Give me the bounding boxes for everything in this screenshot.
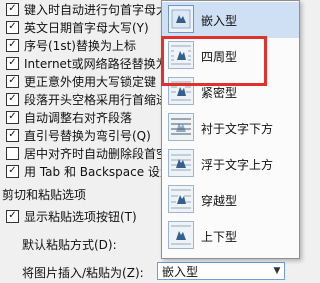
checkbox[interactable]: ✓ (6, 38, 19, 52)
option-autocap[interactable]: ✓ 键入时自动进行句首字母大写 (6, 0, 180, 18)
menu-item-label: 穿越型 (201, 194, 238, 208)
checkbox[interactable]: ✓ (6, 56, 19, 70)
option-capslock[interactable]: ✓ 更正意外使用大写锁定键 (6, 72, 156, 90)
option-ordinal-superscript[interactable]: ✓ 序号(1st)替换为上标 (6, 36, 136, 54)
checkbox[interactable]: ✓ (6, 164, 19, 178)
menu-item-label: 四周型 (201, 50, 238, 64)
menu-item-square[interactable]: 四周型 (162, 38, 299, 74)
insert-picture-label: 将图片插入/粘贴为(Z): (22, 266, 144, 280)
option-smart-quotes[interactable]: ✓ 直引号替换为弯引号(Q) (6, 126, 151, 144)
square-wrap-icon (168, 41, 194, 69)
checkbox[interactable]: ✓ (6, 110, 19, 124)
menu-item-tight[interactable]: 紧密型 (162, 74, 299, 110)
option-right-align[interactable]: ✓ 自动调整右对齐段落 (6, 108, 132, 126)
insert-picture-value: 嵌入型 (162, 264, 199, 279)
option-english-date[interactable]: ✓ 英文日期首字母大写(Y) (6, 18, 149, 36)
option-label: 序号(1st)替换为上标 (24, 38, 136, 53)
menu-item-label: 上下型 (201, 230, 238, 244)
tight-wrap-icon (168, 77, 194, 105)
insert-picture-select[interactable]: 嵌入型 ▼ (157, 262, 285, 280)
checkbox[interactable]: ✓ (6, 128, 19, 142)
option-center-delete-space[interactable]: 居中对齐时自动删除段首空格 (6, 144, 180, 162)
default-paste-label: 默认粘贴方式(D): (22, 238, 117, 252)
wrap-style-menu: 嵌入型 四周型 紧密型 衬于文字下方 浮于文字上方 穿越型 上下型 (161, 0, 300, 259)
paste-section-title: 剪切和粘贴选项 (2, 188, 87, 202)
inline-wrap-icon (168, 5, 194, 33)
option-indent-space[interactable]: ✓ 段落开头空格采用行首缩进 (6, 90, 168, 108)
option-label: 更正意外使用大写锁定键 (24, 74, 157, 89)
menu-item-label: 紧密型 (201, 86, 238, 100)
checkbox[interactable]: ✓ (6, 92, 19, 106)
option-show-paste-button[interactable]: ✓ 显示粘贴选项按钮(T) (6, 207, 137, 225)
option-label: 段落开头空格采用行首缩进 (24, 92, 169, 107)
checkbox[interactable]: ✓ (6, 209, 19, 223)
option-label: 英文日期首字母大写(Y) (24, 20, 149, 35)
menu-item-top-bottom[interactable]: 上下型 (162, 218, 299, 254)
menu-item-inline[interactable]: 嵌入型 (162, 2, 299, 38)
option-label: 居中对齐时自动删除段首空格 (24, 146, 181, 161)
checkbox[interactable]: ✓ (6, 74, 19, 88)
checkbox[interactable] (6, 146, 19, 160)
checkbox[interactable]: ✓ (6, 2, 19, 16)
chevron-down-icon[interactable]: ▼ (270, 266, 284, 276)
menu-item-label: 嵌入型 (201, 14, 238, 28)
option-label: 显示粘贴选项按钮(T) (24, 209, 137, 224)
top-bottom-wrap-icon (168, 221, 194, 249)
option-label: 自动调整右对齐段落 (24, 110, 133, 125)
checkbox[interactable]: ✓ (6, 20, 19, 34)
through-wrap-icon (168, 185, 194, 213)
menu-item-through[interactable]: 穿越型 (162, 182, 299, 218)
option-label: 键入时自动进行句首字母大写 (24, 2, 181, 17)
menu-item-behind-text[interactable]: 衬于文字下方 (162, 110, 299, 146)
menu-item-in-front-text[interactable]: 浮于文字上方 (162, 146, 299, 182)
menu-item-label: 衬于文字下方 (201, 122, 274, 136)
option-label: 直引号替换为弯引号(Q) (24, 128, 151, 143)
menu-item-label: 浮于文字上方 (201, 158, 274, 172)
in-front-text-icon (168, 149, 194, 177)
behind-text-icon (168, 113, 194, 141)
